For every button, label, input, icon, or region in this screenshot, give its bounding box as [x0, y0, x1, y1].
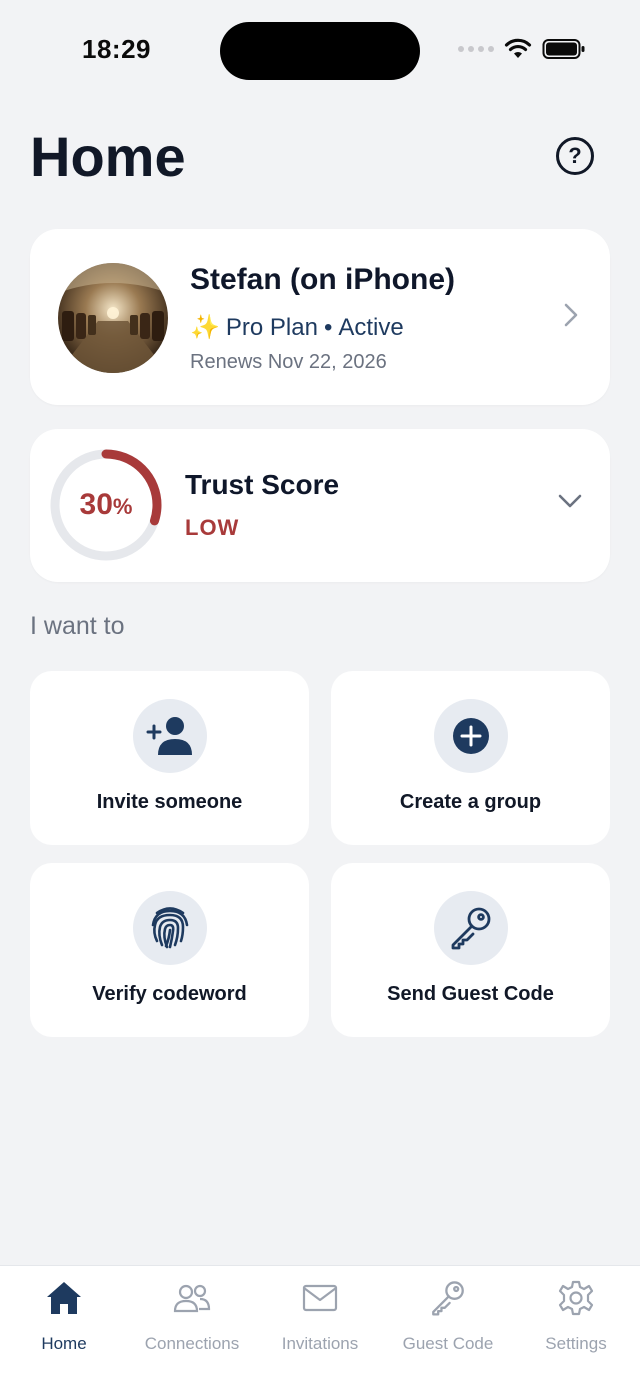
fingerprint-icon [151, 907, 189, 949]
tab-home[interactable]: Home [0, 1276, 128, 1356]
tab-bar: Home Connections Invitations Guest Code … [0, 1265, 640, 1391]
status-time: 18:29 [82, 34, 151, 64]
verify-codeword-button[interactable]: Verify codeword [30, 863, 309, 1037]
dynamic-island [220, 22, 420, 80]
create-group-button[interactable]: Create a group [331, 671, 610, 845]
trust-score-percent-sign: % [112, 494, 133, 519]
wifi-icon [504, 38, 532, 58]
cellular-signal-icon [458, 46, 494, 52]
tab-invitations[interactable]: Invitations [256, 1276, 384, 1356]
envelope-icon [302, 1284, 338, 1312]
people-icon [173, 1284, 211, 1313]
chevron-right-icon [564, 303, 578, 327]
trust-score-card[interactable]: 30% Trust Score LOW [30, 429, 610, 582]
profile-card[interactable]: Stefan (on iPhone) ✨ Pro Plan • Active R… [30, 229, 610, 405]
chevron-down-icon[interactable] [558, 493, 582, 509]
tab-connections[interactable]: Connections [128, 1276, 256, 1356]
action-label: Create a group [399, 791, 542, 813]
help-button[interactable]: ? [556, 137, 594, 175]
tab-guest-code[interactable]: Guest Code [384, 1276, 512, 1356]
tab-label: Settings [545, 1334, 607, 1353]
plus-circle-icon [453, 718, 489, 754]
trust-score-level: LOW [185, 515, 240, 540]
tab-label: Invitations [281, 1334, 359, 1353]
gear-icon [558, 1280, 594, 1316]
action-label: Invite someone [96, 791, 243, 813]
sparkles-icon: ✨ [190, 314, 220, 341]
plan-status: Active [338, 313, 404, 341]
key-icon [432, 1281, 464, 1316]
tab-label: Connections [144, 1334, 240, 1353]
status-bar: 18:29 [0, 0, 640, 100]
key-icon [451, 907, 491, 950]
avatar [58, 263, 168, 373]
plan-separator: • [323, 313, 333, 341]
tab-settings[interactable]: Settings [512, 1276, 640, 1356]
home-icon [47, 1282, 81, 1314]
invite-someone-button[interactable]: Invite someone [30, 671, 309, 845]
status-indicators [458, 38, 586, 60]
renewal-date: Renews Nov 22, 2026 [190, 351, 387, 373]
action-label: Verify codeword [92, 983, 247, 1005]
action-label: Send Guest Code [387, 983, 554, 1005]
add-person-icon [146, 717, 192, 755]
battery-icon [542, 39, 585, 59]
page-title: Home [30, 125, 186, 188]
profile-name: Stefan (on iPhone) [190, 263, 455, 296]
trust-score-title: Trust Score [185, 469, 340, 500]
section-label: I want to [30, 612, 125, 640]
plan-row: ✨ Pro Plan • Active [190, 313, 404, 342]
plan-name: Pro Plan [225, 313, 318, 341]
trust-score-value: 30 [79, 488, 113, 521]
trust-score-percent: 30% [48, 447, 164, 563]
tab-label: Home [41, 1334, 87, 1353]
help-icon: ? [568, 143, 582, 168]
tab-label: Guest Code [402, 1334, 494, 1353]
send-guest-code-button[interactable]: Send Guest Code [331, 863, 610, 1037]
